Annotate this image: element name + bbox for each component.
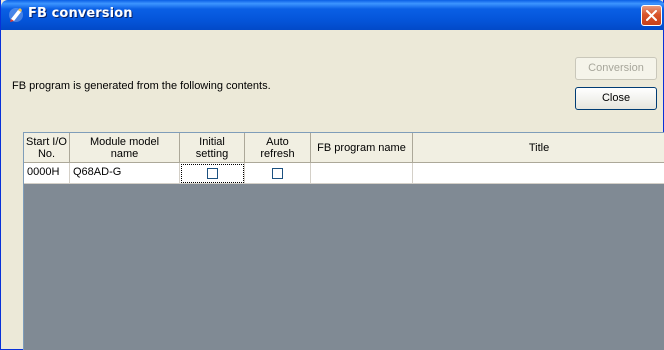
window-title: FB conversion — [28, 6, 133, 21]
header-title[interactable]: Title — [413, 133, 664, 163]
close-icon — [646, 10, 657, 21]
fb-conversion-dialog: FB conversion FB program is generated fr… — [0, 0, 664, 350]
app-icon — [9, 8, 23, 22]
cell-initial-setting[interactable] — [180, 163, 245, 184]
cell-fb-program-name[interactable] — [311, 163, 413, 184]
header-start-io[interactable]: Start I/O No. — [24, 133, 70, 163]
fb-table: Start I/O No. Module model name Initial … — [23, 132, 664, 350]
cell-auto-refresh[interactable] — [245, 163, 311, 184]
header-module-model[interactable]: Module model name — [70, 133, 180, 163]
header-initial-setting[interactable]: Initial setting — [180, 133, 245, 163]
header-fb-program-name[interactable]: FB program name — [311, 133, 413, 163]
initial-setting-checkbox[interactable] — [206, 167, 218, 179]
close-window-button[interactable] — [641, 5, 662, 26]
auto-refresh-checkbox[interactable] — [272, 167, 283, 179]
cell-module-model: Q68AD-G — [70, 163, 180, 184]
conversion-button[interactable]: Conversion — [575, 57, 657, 80]
close-button[interactable]: Close — [575, 87, 657, 110]
header-auto-refresh[interactable]: Auto refresh — [245, 133, 311, 163]
cell-title[interactable] — [413, 163, 664, 184]
description-label: FB program is generated from the followi… — [12, 80, 271, 92]
title-bar[interactable]: FB conversion — [1, 0, 664, 30]
cell-start-io: 0000H — [24, 163, 70, 184]
